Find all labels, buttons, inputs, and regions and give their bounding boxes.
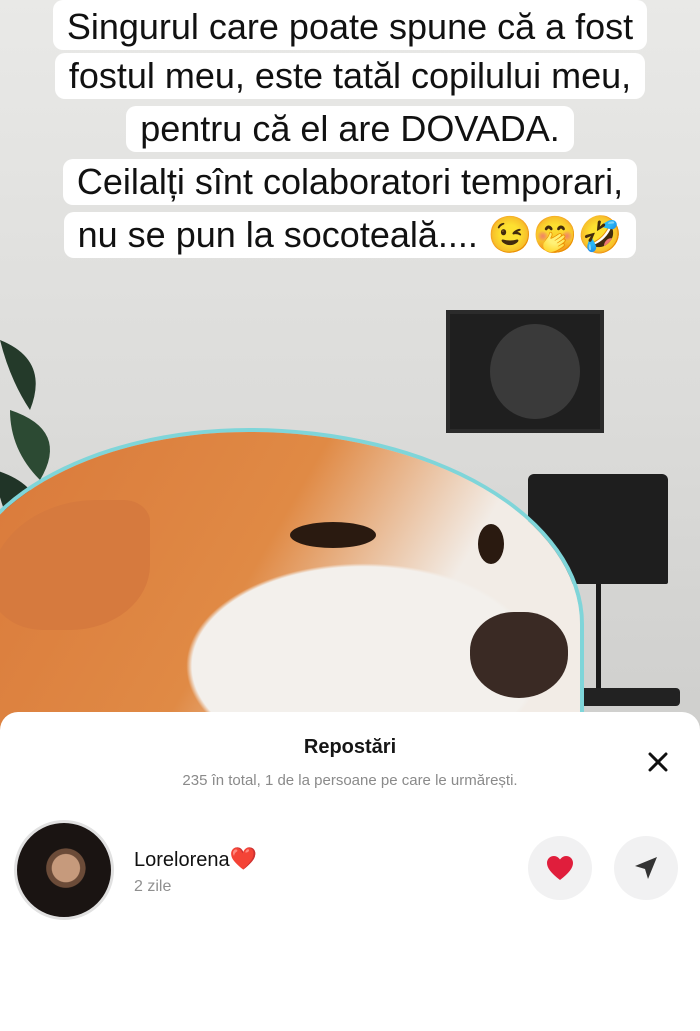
caption-line: pentru că el are DOVADA. <box>126 106 574 152</box>
heart-icon <box>547 856 573 880</box>
caption-line: Singurul care poate spune că a fost <box>52 0 648 50</box>
sheet-subtitle: 235 în total, 1 de la persoane pe care l… <box>182 772 518 789</box>
send-button[interactable] <box>614 836 678 900</box>
send-icon <box>635 857 657 879</box>
caption-line: fostul meu, este tatăl copilului meu, <box>54 53 646 99</box>
caption-line: nu se pun la socoteală.... 😉🤭🤣 <box>63 212 637 258</box>
reposts-sheet: Repostări 235 în total, 1 de la persoane… <box>0 712 700 1031</box>
avatar[interactable] <box>14 820 114 920</box>
wall-picture <box>446 310 604 433</box>
post-caption: Singurul care poate spune că a fost fost… <box>0 0 700 265</box>
like-button[interactable] <box>528 836 592 900</box>
dog-eye <box>290 522 376 548</box>
dog-eye <box>478 524 504 564</box>
lamp-pole <box>596 584 601 694</box>
username[interactable]: Lorelorena❤️ <box>134 846 257 872</box>
sheet-title: Repostări <box>303 736 397 758</box>
close-button[interactable] <box>640 744 676 780</box>
dog-nose <box>470 612 568 698</box>
heart-emoji: ❤️ <box>229 846 258 871</box>
username-text: Lorelorena <box>134 849 230 871</box>
caption-line: Ceilalți sînt colaboratori temporari, <box>62 159 638 205</box>
repost-time: 2 zile <box>134 878 172 895</box>
list-item[interactable]: Lorelorena❤️ 2 zile <box>0 812 700 922</box>
close-icon <box>648 752 668 772</box>
